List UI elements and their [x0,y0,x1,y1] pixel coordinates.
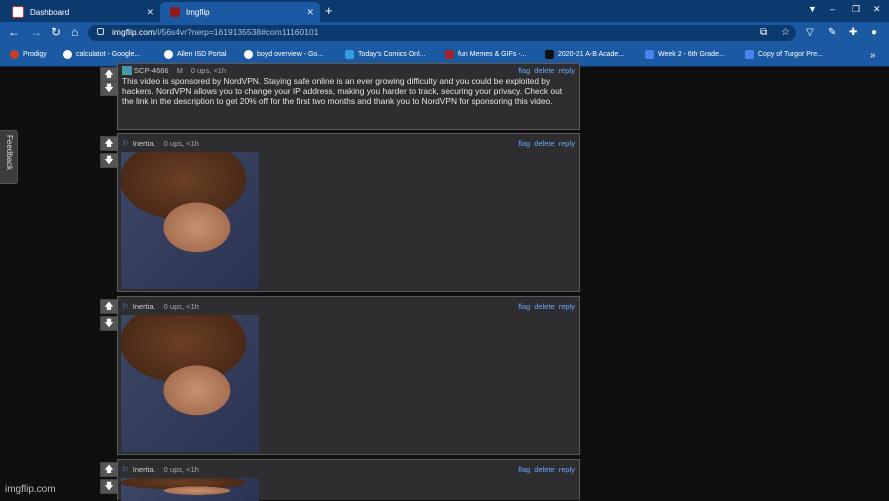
comment: ⚐ Inertia. 0 ups, <1h flag delete reply [117,459,580,501]
bookmark-week-2[interactable]: Week 2 - 6th Grade... [645,50,725,59]
comment-meta: 0 ups, <1h [163,302,199,311]
comment-username[interactable]: SCP-4666 [134,66,169,75]
back-icon[interactable]: ← [8,25,20,39]
comment-text: This video is sponsored by NordVPN. Stay… [122,76,563,106]
user-flag-icon: ⚐ [122,139,129,148]
restore-icon[interactable]: ❐ [852,4,860,15]
portal-icon [164,50,173,59]
comment: ⚐ Inertia. 0 ups, <1h flag delete reply [117,133,580,292]
flag-letter: M [176,66,183,75]
delete-link[interactable]: delete [534,465,554,474]
flag-link[interactable]: flag [518,302,530,311]
reply-link[interactable]: reply [559,139,575,148]
feedback-button[interactable]: Feedback [0,130,18,184]
reply-link[interactable]: reply [559,465,575,474]
install-app-icon[interactable]: ⧉ [760,27,767,38]
profile-avatar[interactable]: ● [871,27,877,38]
bookmark-fun-memes[interactable]: fun Memes & GIFs -... [445,50,526,59]
downvote-button[interactable]: 🡇 [100,81,118,96]
comment-image[interactable] [121,478,259,501]
extensions-puzzle-icon[interactable]: ✚ [849,27,857,38]
flag-link[interactable]: flag [518,66,530,75]
upvote-button[interactable]: 🡅 [100,462,118,477]
prodigy-icon [10,50,19,59]
imgflip-icon [445,50,454,59]
home-icon[interactable]: ⌂ [71,25,78,39]
user-avatar-icon [122,66,132,75]
more-bookmarks-icon[interactable]: » [870,50,876,61]
bookmark-prodigy[interactable]: Prodigy [10,50,47,59]
bookmark-turgor[interactable]: Copy of Turgor Pre... [745,50,823,59]
tab-dashboard[interactable]: Dashboard ✕ [2,2,160,22]
imgflip-favicon-icon [170,7,180,17]
reply-link[interactable]: reply [559,66,575,75]
comment-meta: 0 ups, <1h [190,66,227,75]
comment-meta: 0 ups, <1h [163,139,199,148]
flag-link[interactable]: flag [518,139,530,148]
delete-link[interactable]: delete [534,302,554,311]
close-tab-icon[interactable]: ✕ [146,7,154,18]
comment-image[interactable] [121,152,259,289]
downvote-button[interactable]: 🡇 [100,153,118,168]
watermark: imgflip.com [5,484,56,495]
upvote-button[interactable]: 🡅 [100,299,118,314]
delete-link[interactable]: delete [534,66,554,75]
dashboard-favicon-icon [12,6,24,18]
comment-username[interactable]: Inertia. [133,139,156,148]
bookmark-star-icon[interactable]: ☆ [781,27,790,38]
upvote-button[interactable]: 🡅 [100,136,118,151]
google-icon [244,50,253,59]
feedback-label: Feedback [5,135,14,171]
tab-title: Dashboard [30,7,70,17]
tab-imgflip[interactable]: Imgflip ✕ [160,2,320,22]
reload-icon[interactable]: ↻ [51,25,61,39]
user-flag-icon: ⚐ [122,465,129,474]
profile-menu-icon[interactable]: ▼ [808,4,817,14]
comment-username[interactable]: Inertia. [133,465,156,474]
downvote-button[interactable]: 🡇 [100,479,118,494]
downvote-button[interactable]: 🡇 [100,316,118,331]
comment: SCP-4666 M 0 ups, <1h flag delete reply Th… [117,63,580,130]
tab-strip: Dashboard ✕ Imgflip ✕ + ▼ – ❐ ✕ [0,0,889,22]
comment-username[interactable]: Inertia. [133,302,156,311]
bookmark-academic[interactable]: 2020-21 A-B Acade... [545,50,624,59]
close-tab-icon[interactable]: ✕ [306,7,314,18]
comment-image[interactable] [121,315,259,452]
forward-icon[interactable]: → [30,25,42,39]
extension-icon[interactable]: ✎ [828,27,836,38]
bookmark-boyd-overview[interactable]: boyd overview - Go... [244,50,323,59]
blackboard-icon [545,50,554,59]
docs-icon [645,50,654,59]
comment: ⚐ Inertia. 0 ups, <1h flag delete reply [117,296,580,455]
minimize-icon[interactable]: – [830,4,835,14]
delete-link[interactable]: delete [534,139,554,148]
comics-icon [345,50,354,59]
docs-icon [745,50,754,59]
vpn-extension-icon[interactable]: ▽ [806,27,814,38]
google-icon [63,50,72,59]
bookmark-calculator[interactable]: calculatot - Google... [63,50,140,59]
reply-link[interactable]: reply [559,302,575,311]
lock-icon[interactable] [97,28,104,35]
comment-meta: 0 ups, <1h [163,465,199,474]
url-text[interactable]: imgflip.com/i/56s4vr?nerp=1619135538#com… [112,27,318,37]
user-flag-icon: ⚐ [122,302,129,311]
upvote-button[interactable]: 🡅 [100,67,118,82]
close-window-icon[interactable]: ✕ [873,4,881,15]
new-tab-button[interactable]: + [325,3,333,18]
flag-link[interactable]: flag [518,465,530,474]
tab-title: Imgflip [186,7,210,17]
bookmark-todays-comics[interactable]: Today's Comics Onl... [345,50,425,59]
bookmark-allen-isd[interactable]: Allen ISD Portal [164,50,226,59]
